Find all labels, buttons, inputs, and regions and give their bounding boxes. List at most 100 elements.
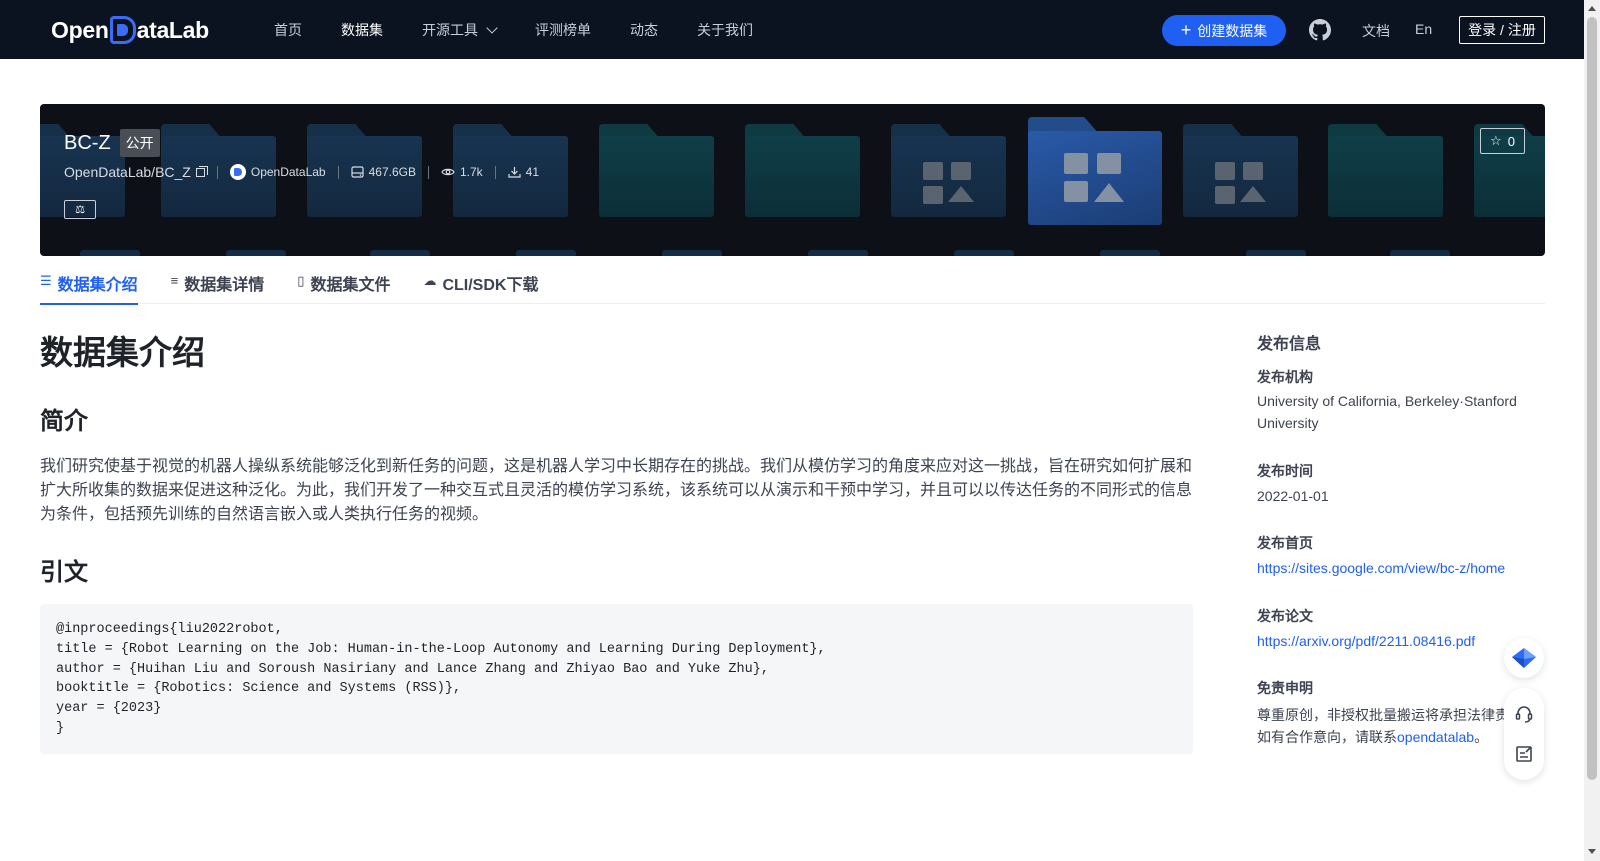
dataset-banner: BC-Z 公开 OpenDataLab/BC_Z OpenDataLab 467…: [40, 104, 1545, 256]
folder-decoration-icon: [745, 124, 860, 217]
paper-link[interactable]: https://arxiv.org/pdf/2211.08416.pdf: [1257, 630, 1527, 652]
logo-text-open: Open: [51, 16, 109, 43]
scroll-up-arrow-icon[interactable]: [1588, 6, 1596, 11]
scale-icon: ⚖: [75, 204, 85, 216]
file-icon: ▯: [297, 273, 305, 288]
dataset-intro-content: 数据集介绍 简介 我们研究使基于视觉的机器人操纵系统能够泛化到新任务的问题，这是…: [40, 326, 1193, 754]
tab-dataset-details[interactable]: ≡ 数据集详情: [171, 264, 265, 304]
visibility-badge: 公开: [119, 129, 160, 157]
org-avatar-icon: [229, 164, 246, 180]
scroll-thumb[interactable]: [1587, 17, 1597, 780]
star-count: 0: [1507, 133, 1515, 149]
nav-about-label: 关于我们: [697, 21, 753, 38]
citation-code-block: @inproceedings{liu2022robot, title = {Ro…: [40, 604, 1193, 754]
tab-dataset-details-label: 数据集详情: [184, 277, 265, 294]
dataset-path-text: OpenDataLab/BC_Z: [64, 164, 191, 180]
nav-leaderboard-label: 评测榜单: [535, 21, 591, 38]
license-button[interactable]: ⚖: [64, 200, 96, 219]
create-dataset-button[interactable]: + 创建数据集: [1162, 15, 1286, 46]
language-switch[interactable]: En: [1415, 21, 1432, 37]
eye-icon: [441, 168, 455, 176]
cloud-icon: ☁: [423, 273, 437, 288]
paper-label: 发布论文: [1257, 608, 1313, 624]
opendatalab-logo[interactable]: Open ataLab: [51, 14, 209, 46]
homepage-label: 发布首页: [1257, 535, 1313, 551]
copy-icon[interactable]: [195, 165, 208, 177]
nav-about[interactable]: 关于我们: [697, 20, 753, 40]
star-icon: ☆: [1490, 133, 1502, 148]
nav-datasets[interactable]: 数据集: [341, 20, 383, 40]
tab-dataset-files-label: 数据集文件: [310, 277, 391, 294]
nav-leaderboard[interactable]: 评测榜单: [535, 20, 591, 40]
folder-apps-icon: [1028, 117, 1162, 225]
meta-divider: [337, 165, 339, 179]
dataset-name: BC-Z: [64, 131, 111, 154]
docs-link[interactable]: 文档: [1362, 21, 1390, 41]
logo-d-icon: [109, 16, 136, 44]
nav-home[interactable]: 首页: [274, 20, 302, 40]
dataset-title: BC-Z 公开: [64, 129, 160, 157]
tab-cli-sdk-download[interactable]: ☁ CLI/SDK下载: [423, 264, 538, 304]
tab-dataset-files[interactable]: ▯ 数据集文件: [297, 264, 390, 304]
dataset-tabs: ☰ 数据集介绍 ≡ 数据集详情 ▯ 数据集文件 ☁ CLI/SDK下载: [40, 264, 1545, 305]
dataset-size-value: 467.6GB: [368, 165, 416, 179]
nav-news[interactable]: 动态: [630, 20, 658, 40]
scroll-down-arrow-icon[interactable]: [1588, 849, 1596, 854]
folder-apps-icon: [1183, 124, 1298, 217]
customer-service-button[interactable]: [1504, 694, 1544, 734]
disclaimer-label: 免责申明: [1257, 680, 1313, 696]
folder-decoration-icon: [599, 124, 714, 217]
dataset-org[interactable]: OpenDataLab: [229, 164, 326, 180]
banner-bottom-decoration: [40, 250, 1545, 256]
github-icon[interactable]: [1309, 19, 1331, 41]
main-nav: 首页 数据集 开源工具 评测榜单 动态 关于我们: [274, 0, 792, 59]
publisher-value: University of California, Berkeley·Stanf…: [1257, 393, 1517, 431]
disclaimer-contact-link[interactable]: opendatalab: [1397, 729, 1474, 745]
homepage-link[interactable]: https://sites.google.com/view/bc-z/home: [1257, 557, 1527, 579]
dataset-meta: OpenDataLab/BC_Z OpenDataLab 467.6GB 1.7…: [64, 164, 539, 180]
dataset-downloads: 41: [508, 165, 539, 179]
download-icon: [508, 167, 521, 178]
nav-home-label: 首页: [274, 21, 302, 38]
intro-text: 我们研究使基于视觉的机器人操纵系统能够泛化到新任务的问题，这是机器人学习中长期存…: [40, 458, 1193, 523]
star-button[interactable]: ☆ 0: [1480, 128, 1525, 154]
sidebar-title: 发布信息: [1257, 336, 1322, 353]
disclaimer-line-2-end: 。: [1474, 729, 1489, 745]
disclaimer-line-2-text: 如有合作意向，请联系: [1257, 729, 1397, 745]
nav-open-tools[interactable]: 开源工具: [422, 20, 498, 40]
dataset-org-name: OpenDataLab: [250, 165, 326, 179]
tab-dataset-intro[interactable]: ☰ 数据集介绍: [40, 264, 138, 305]
chevron-down-icon: [486, 21, 498, 34]
nav-news-label: 动态: [630, 21, 658, 38]
feedback-button[interactable]: [1504, 734, 1544, 774]
meta-divider: [494, 165, 496, 179]
headset-icon: [1515, 706, 1533, 723]
dataset-views-value: 1.7k: [459, 165, 483, 179]
meta-divider: [216, 165, 218, 179]
database-icon: ☰: [40, 273, 52, 288]
publish-date-value: 2022-01-01: [1257, 488, 1329, 504]
publish-date-label: 发布时间: [1257, 463, 1313, 479]
tab-cli-sdk-label: CLI/SDK下载: [442, 277, 539, 294]
citation-heading: 引文: [40, 559, 88, 586]
meta-divider: [427, 165, 429, 179]
nav-datasets-label: 数据集: [341, 21, 383, 38]
tab-dataset-intro-label: 数据集介绍: [57, 277, 138, 294]
dataset-size: 467.6GB: [350, 165, 416, 179]
publisher-label: 发布机构: [1257, 369, 1313, 385]
nav-open-tools-label: 开源工具: [422, 21, 478, 38]
publish-info-sidebar: 发布信息 发布机构 University of California, Berk…: [1257, 330, 1547, 745]
folder-apps-icon: [891, 124, 1006, 217]
top-navbar: Open ataLab 首页 数据集 开源工具 评测榜单 动态 关于我们 + 创建…: [0, 0, 1584, 59]
intro-heading: 简介: [40, 408, 88, 435]
diamond-logo-icon: [1512, 648, 1536, 668]
floating-logo-button[interactable]: [1504, 638, 1544, 678]
create-dataset-label: 创建数据集: [1197, 22, 1268, 39]
plus-icon: +: [1180, 19, 1192, 40]
page-scrollbar[interactable]: [1584, 0, 1600, 861]
dataset-path: OpenDataLab/BC_Z: [64, 164, 208, 180]
disclaimer-line-2: 如有合作意向，请联系opendatalab。: [1257, 726, 1527, 748]
list-icon: ≡: [170, 273, 179, 288]
login-register-button[interactable]: 登录 / 注册: [1459, 16, 1545, 44]
floating-action-group: [1504, 688, 1544, 780]
